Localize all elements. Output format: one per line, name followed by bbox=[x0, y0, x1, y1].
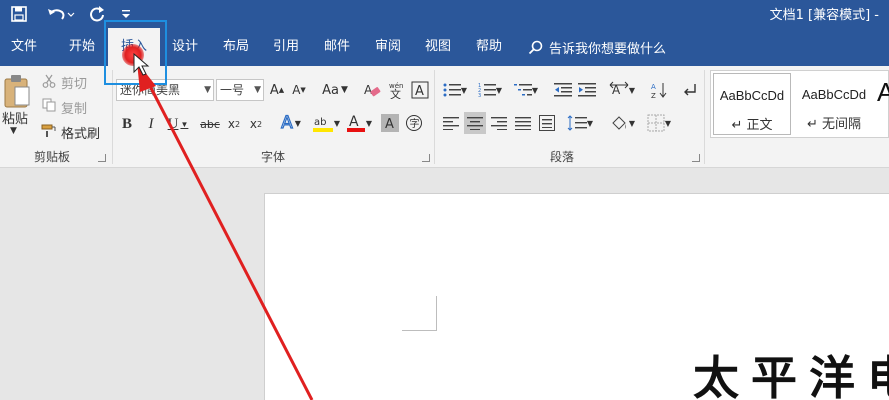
text-effects-icon[interactable]: A ▼ bbox=[276, 112, 306, 134]
numbering-icon[interactable]: 1 2 3 ▼ bbox=[474, 79, 506, 101]
superscript-icon[interactable]: x2 bbox=[246, 114, 266, 134]
tell-me-search[interactable]: 告诉我你想要做什么 bbox=[528, 28, 666, 66]
tab-review[interactable]: 审阅 bbox=[364, 28, 412, 66]
svg-text:字: 字 bbox=[410, 117, 420, 130]
distributed-icon[interactable] bbox=[536, 112, 558, 134]
tab-file[interactable]: 文件 bbox=[0, 28, 48, 66]
bullets-icon[interactable]: ▼ bbox=[440, 79, 470, 101]
character-shading-icon[interactable]: A bbox=[380, 113, 400, 133]
style-sample: AaBbCcDd bbox=[801, 87, 867, 102]
tab-references[interactable]: 引用 bbox=[262, 28, 310, 66]
paste-dropdown-icon[interactable]: ▼ bbox=[10, 126, 17, 136]
subscript-icon[interactable]: x2 bbox=[224, 114, 244, 134]
shading-icon[interactable]: ▼ bbox=[606, 112, 638, 134]
document-title: 文档1 [兼容模式] - bbox=[769, 8, 879, 23]
paragraph-group-label: 段落 bbox=[549, 150, 574, 164]
increase-indent-icon[interactable] bbox=[576, 79, 598, 101]
bold-icon[interactable]: B bbox=[118, 114, 136, 134]
search-icon bbox=[528, 40, 543, 55]
decrease-indent-icon[interactable] bbox=[552, 79, 574, 101]
show-marks-icon[interactable] bbox=[678, 79, 700, 101]
format-painter-label[interactable]: 格式刷 bbox=[61, 123, 100, 142]
style-name: ↵ 正文 bbox=[731, 118, 773, 133]
font-launcher-icon[interactable] bbox=[422, 154, 430, 162]
svg-text:A: A bbox=[651, 83, 656, 91]
tab-help[interactable]: 帮助 bbox=[465, 28, 513, 66]
svg-text:Z: Z bbox=[651, 92, 656, 99]
character-border-icon[interactable]: A bbox=[410, 79, 430, 101]
underline-icon[interactable]: U ▼ bbox=[164, 114, 192, 134]
paragraph-launcher-icon[interactable] bbox=[692, 154, 700, 162]
highlight-icon[interactable]: ab ▼ bbox=[310, 112, 342, 134]
grow-font-icon[interactable]: A ▲ bbox=[268, 80, 286, 100]
paste-label[interactable]: 粘贴 bbox=[2, 108, 28, 127]
tab-home[interactable]: 开始 bbox=[56, 28, 108, 66]
svg-text:A: A bbox=[364, 83, 373, 97]
style-sample: A bbox=[877, 77, 889, 107]
style-sample: AaBbCcDd bbox=[719, 88, 785, 103]
cut-icon[interactable] bbox=[40, 72, 58, 90]
clipboard-launcher-icon[interactable] bbox=[98, 154, 106, 162]
format-painter-icon[interactable] bbox=[40, 122, 58, 140]
font-name-value: 迷你简美黑 bbox=[120, 83, 181, 97]
tab-view[interactable]: 视图 bbox=[414, 28, 462, 66]
svg-text:ab: ab bbox=[314, 117, 326, 128]
svg-text:A: A bbox=[415, 84, 424, 99]
change-case-icon[interactable]: Aa ▼ bbox=[318, 80, 352, 100]
justify-icon[interactable] bbox=[512, 112, 534, 134]
sort-icon[interactable]: AZ bbox=[648, 79, 670, 101]
svg-text:A: A bbox=[349, 114, 359, 130]
cut-label[interactable]: 剪切 bbox=[61, 73, 87, 92]
margin-marker bbox=[436, 296, 437, 331]
shrink-font-icon[interactable]: A ▼ bbox=[290, 80, 308, 100]
document-heading-text[interactable]: 太平洋电 bbox=[693, 342, 889, 400]
tab-mailings[interactable]: 邮件 bbox=[313, 28, 361, 66]
borders-icon[interactable]: ▼ bbox=[642, 112, 676, 134]
enclose-characters-icon[interactable]: 字 bbox=[404, 113, 424, 133]
italic-icon[interactable]: I bbox=[142, 114, 160, 134]
paste-icon[interactable] bbox=[2, 72, 32, 110]
strikethrough-icon[interactable]: abc bbox=[198, 114, 222, 134]
style-no-spacing[interactable]: AaBbCcDd ↵ 无间隔 bbox=[795, 73, 873, 135]
font-group-label: 字体 bbox=[260, 150, 285, 164]
align-left-icon[interactable] bbox=[440, 112, 462, 134]
tell-me-label: 告诉我你想要做什么 bbox=[549, 41, 667, 57]
style-heading-1[interactable]: A bbox=[875, 73, 889, 135]
chevron-down-icon: ▼ bbox=[254, 85, 261, 95]
clear-formatting-icon[interactable]: A bbox=[362, 80, 382, 100]
style-normal[interactable]: AaBbCcDd ↵ 正文 bbox=[713, 73, 791, 135]
undo-icon[interactable] bbox=[44, 3, 78, 25]
align-right-icon[interactable] bbox=[488, 112, 510, 134]
font-size-value: 一号 bbox=[220, 83, 245, 97]
svg-text:A: A bbox=[385, 117, 394, 132]
text-direction-icon[interactable]: A ▼ bbox=[606, 79, 638, 101]
line-spacing-icon[interactable]: ▼ bbox=[564, 112, 596, 134]
phonetic-guide-icon[interactable]: wén 文 bbox=[386, 80, 406, 100]
clipboard-group-label: 剪贴板 bbox=[33, 150, 70, 164]
svg-text:3: 3 bbox=[478, 93, 481, 98]
tab-layout[interactable]: 布局 bbox=[212, 28, 260, 66]
tab-design[interactable]: 设计 bbox=[160, 28, 210, 66]
font-color-icon[interactable]: A ▼ bbox=[344, 112, 374, 134]
margin-marker bbox=[402, 330, 437, 331]
copy-icon[interactable] bbox=[40, 96, 58, 114]
multilevel-list-icon[interactable]: ▼ bbox=[510, 79, 542, 101]
group-divider bbox=[704, 70, 705, 164]
click-indicator bbox=[122, 44, 144, 66]
center-icon[interactable] bbox=[464, 112, 486, 134]
style-name: ↵ 无间隔 bbox=[806, 117, 862, 132]
save-icon[interactable] bbox=[8, 3, 30, 25]
styles-gallery: AaBbCcDd ↵ 正文 AaBbCcDd ↵ 无间隔 A bbox=[710, 70, 889, 138]
chevron-down-icon: ▼ bbox=[204, 85, 211, 95]
svg-text:文: 文 bbox=[390, 87, 401, 99]
font-size-combo[interactable]: 一号 ▼ bbox=[216, 79, 264, 101]
copy-label[interactable]: 复制 bbox=[61, 98, 87, 117]
